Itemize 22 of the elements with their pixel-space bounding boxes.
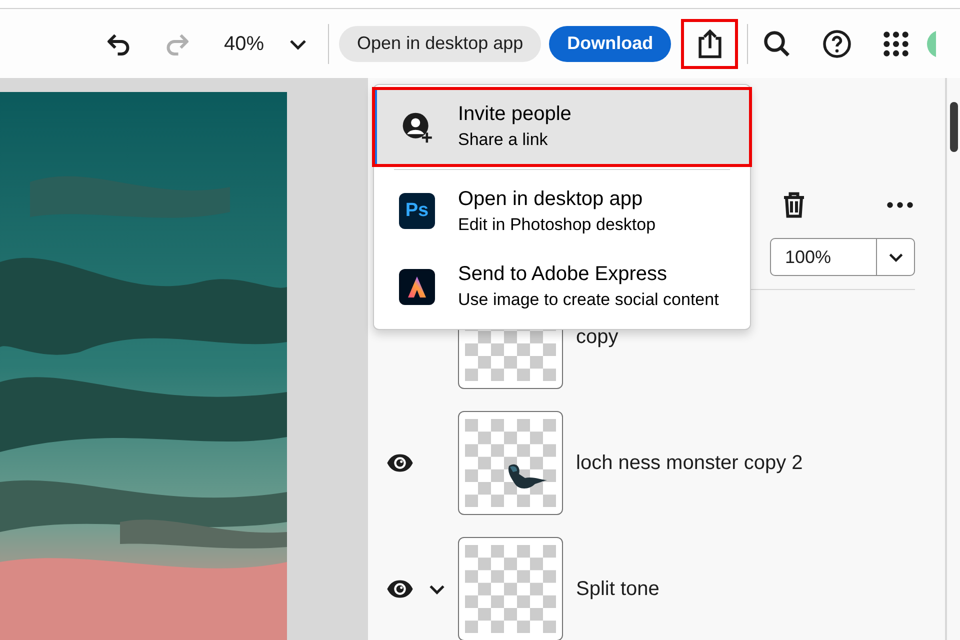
download-button[interactable]: Download (549, 26, 672, 62)
menu-item-subtitle: Edit in Photoshop desktop (458, 214, 656, 236)
help-icon[interactable] (822, 28, 852, 58)
menu-item-title: Send to Adobe Express (458, 262, 668, 287)
layer-name[interactable]: Split tone (576, 574, 660, 604)
share-menu-item[interactable]: Send to Adobe Express Use image to create social content (374, 249, 750, 324)
adobe-express-icon (399, 268, 435, 305)
menu-item-title: Invite people (458, 102, 572, 127)
open-desktop-button[interactable]: Open in desktop app (339, 26, 542, 62)
layer-name[interactable]: loch ness monster copy 2 (576, 448, 803, 478)
menu-item-subtitle: Share a link (458, 129, 549, 151)
layer-thumbnail[interactable] (458, 537, 563, 640)
apps-grid-icon[interactable] (882, 30, 910, 58)
menu-item-title: Open in desktop app (458, 186, 644, 212)
photoshop-icon: Ps (399, 193, 435, 230)
share-menu-item[interactable]: Invite people Share a link (374, 89, 750, 164)
layer-thumbnail[interactable] (458, 411, 563, 515)
scrollbar-thumb[interactable] (950, 102, 958, 152)
share-menu-item[interactable]: Ps Open in desktop app Edit in Photoshop desktop (374, 174, 750, 249)
opacity-field[interactable]: 100% (770, 238, 915, 276)
menu-item-subtitle: Use image to create social content (458, 289, 719, 311)
zoom-level[interactable]: 40% (224, 28, 264, 58)
